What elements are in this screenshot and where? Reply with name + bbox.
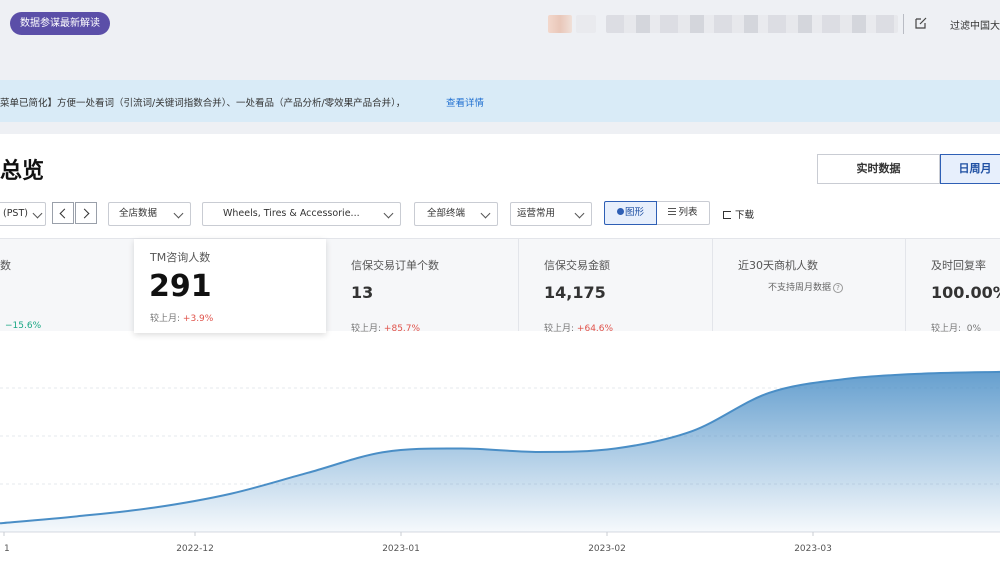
x-tick-label: 2023-02: [588, 544, 626, 554]
terminal-select[interactable]: 全部终端: [414, 202, 498, 226]
shop-scope-select[interactable]: 全店数据: [108, 202, 191, 226]
edit-icon[interactable]: [914, 16, 928, 30]
filter-china-toggle[interactable]: 过滤中国大: [950, 17, 1000, 32]
account-avatar-blurred: [548, 15, 572, 33]
metric-set-select[interactable]: 运营常用: [510, 202, 592, 226]
metric-card[interactable]: 数 −15.6%: [0, 239, 134, 331]
x-tick-label: 2023-01: [382, 544, 420, 554]
download-icon: [723, 211, 731, 219]
page-title: 总览: [0, 159, 45, 184]
metric-card[interactable]: 信保交易订单个数 13 较上月: +85.7%: [326, 239, 519, 334]
metric-card[interactable]: 近30天商机人数 不支持周月数据?: [713, 239, 906, 331]
overview-panel: 总览 实时数据 日周月 (PST) 全店数据 Wheels, Tires & A…: [0, 134, 1000, 565]
promo-badge[interactable]: 数据参谋最新解读: [10, 12, 110, 35]
account-name-blurred: [606, 15, 898, 33]
download-button[interactable]: 下载: [723, 207, 754, 221]
divider: [903, 14, 904, 34]
metric-cards: 数 −15.6% TM咨询人数 291 较上月: +3.9% 信保交易订单个数 …: [0, 238, 1000, 334]
prev-period-button[interactable]: [52, 202, 74, 224]
help-icon[interactable]: ?: [833, 283, 844, 293]
notice-text: 菜单已简化】方便一处看词（引流词/关键词指数合并）、一处看品（产品分析/零效果产…: [0, 98, 406, 109]
chart-icon: [616, 208, 624, 215]
category-select[interactable]: Wheels, Tires & Accessorie...: [202, 202, 401, 226]
trend-chart-svg: 1 2022-12 2023-01 2023-02 2023-03: [0, 370, 1000, 554]
metric-card-selected[interactable]: TM咨询人数 291 较上月: +3.9%: [134, 239, 326, 333]
metric-card[interactable]: 信保交易金额 14,175 较上月: +64.6%: [519, 239, 713, 334]
tab-day-week-month[interactable]: 日周月: [940, 154, 1000, 184]
chevron-right-icon: [79, 208, 90, 219]
view-list-button[interactable]: 列表: [657, 201, 710, 225]
next-period-button[interactable]: [75, 202, 97, 224]
x-tick-label: 2022-12: [176, 544, 214, 554]
metric-card[interactable]: 及时回复率 100.00% 较上月: 0%: [906, 239, 1000, 334]
chevron-down-icon: [480, 208, 491, 219]
chevron-left-icon: [59, 208, 70, 219]
timezone-select[interactable]: (PST): [0, 202, 46, 226]
chevron-down-icon: [574, 208, 585, 219]
x-tick-label: 2023-03: [794, 544, 832, 554]
account-info-blurred: [576, 15, 596, 33]
top-bar: 数据参谋最新解读 过滤中国大: [0, 0, 1000, 50]
chevron-down-icon: [383, 208, 394, 219]
chevron-down-icon: [173, 208, 184, 219]
trend-chart: 1 2022-12 2023-01 2023-02 2023-03: [0, 344, 1000, 565]
chevron-down-icon: [32, 208, 43, 219]
view-graph-button[interactable]: 图形: [604, 201, 657, 225]
tab-realtime[interactable]: 实时数据: [817, 154, 940, 184]
x-tick-label: 1: [4, 544, 10, 554]
list-icon: [668, 208, 677, 215]
notice-details-link[interactable]: 查看详情: [446, 95, 484, 109]
notice-banner: 菜单已简化】方便一处看词（引流词/关键词指数合并）、一处看品（产品分析/零效果产…: [0, 80, 1000, 122]
